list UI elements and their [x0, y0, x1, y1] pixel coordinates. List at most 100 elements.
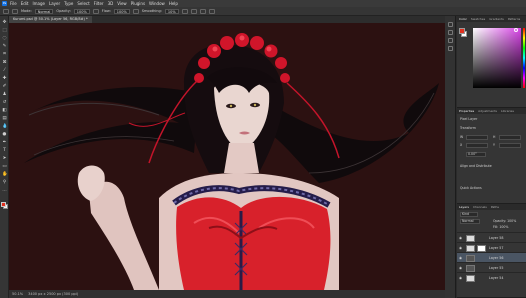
quick-select-tool-icon[interactable]: ✎: [2, 44, 7, 49]
smoothing-field[interactable]: 10%: [164, 8, 179, 14]
visibility-eye-icon[interactable]: ◉: [459, 236, 463, 240]
color-picker-cursor[interactable]: [514, 28, 518, 32]
menu-type[interactable]: Type: [64, 1, 73, 6]
document-tabs: Kurumi.psd @ 50.1% (Layer 56, RGB/8#) *: [9, 16, 445, 23]
mode-select[interactable]: Normal: [34, 8, 54, 14]
type-tool-icon[interactable]: T: [2, 148, 7, 153]
visibility-eye-icon[interactable]: ◉: [459, 256, 463, 260]
document-info: 3400 px x 2500 px (300 ppi): [28, 292, 79, 296]
lasso-tool-icon[interactable]: ◌: [2, 36, 7, 41]
menu-view[interactable]: View: [117, 1, 127, 6]
pressure-size-icon[interactable]: [199, 8, 206, 14]
layer-thumbnail: [466, 254, 475, 262]
opacity-label: Opacity:: [56, 9, 71, 13]
tab-paths[interactable]: Paths: [491, 205, 499, 209]
tab-properties[interactable]: Properties: [459, 109, 474, 113]
eyedropper-tool-icon[interactable]: ⁄: [2, 68, 7, 73]
symmetry-icon[interactable]: [208, 8, 215, 14]
layer-name[interactable]: Layer 57: [489, 246, 503, 250]
hue-slider[interactable]: [523, 28, 525, 88]
panel-foreground-color[interactable]: [459, 28, 465, 34]
pen-tool-icon[interactable]: ✒: [2, 140, 7, 145]
paragraph-panel-icon[interactable]: [448, 46, 453, 51]
more-tools-icon[interactable]: …: [2, 188, 7, 193]
tab-layers[interactable]: Layers: [459, 205, 469, 209]
layer-row[interactable]: ◉ Layer 58: [457, 232, 526, 242]
menu-3d[interactable]: 3D: [108, 1, 114, 6]
layer-name[interactable]: Layer 55: [489, 266, 503, 270]
layer-mask-thumbnail[interactable]: [477, 244, 486, 252]
menu-filter[interactable]: Filter: [94, 1, 104, 6]
crop-tool-icon[interactable]: ⌗: [2, 52, 7, 57]
brush-tool-icon[interactable]: ✐: [2, 84, 7, 89]
menu-help[interactable]: Help: [169, 1, 178, 6]
blur-tool-icon[interactable]: 💧: [2, 124, 8, 129]
tab-swatches[interactable]: Swatches: [471, 17, 485, 21]
layer-row-selected[interactable]: ◉ Layer 56: [457, 252, 526, 262]
angle-icon[interactable]: [190, 8, 197, 14]
brush-preset-icon[interactable]: [12, 8, 18, 14]
y-field[interactable]: [499, 143, 521, 148]
layer-name[interactable]: Layer 54: [489, 276, 503, 280]
character-panel-icon[interactable]: [448, 38, 453, 43]
gradient-tool-icon[interactable]: ▤: [2, 116, 7, 121]
zoom-tool-icon[interactable]: ⚲: [2, 180, 7, 185]
visibility-eye-icon[interactable]: ◉: [459, 276, 463, 280]
history-panel-icon[interactable]: [448, 22, 453, 27]
brush-settings-icon[interactable]: [448, 30, 453, 35]
menu-edit[interactable]: Edit: [21, 1, 29, 6]
layer-row[interactable]: ◉ Layer 55: [457, 262, 526, 272]
home-icon[interactable]: [3, 8, 9, 14]
tab-color[interactable]: Color: [459, 17, 467, 21]
layer-row[interactable]: ◉ Layer 57: [457, 242, 526, 252]
zoom-readout[interactable]: 50.1%: [12, 292, 23, 296]
tab-document[interactable]: Kurumi.psd @ 50.1% (Layer 56, RGB/8#) *: [9, 16, 92, 23]
tab-patterns[interactable]: Patterns: [508, 17, 520, 21]
angle-value: 0.00°: [468, 152, 477, 156]
tab-channels[interactable]: Channels: [473, 205, 487, 209]
move-tool-icon[interactable]: ✥: [2, 20, 7, 25]
menu-window[interactable]: Window: [149, 1, 165, 6]
x-field[interactable]: [466, 143, 488, 148]
shape-tool-icon[interactable]: ▭: [2, 164, 7, 169]
tab-gradients[interactable]: Gradients: [489, 17, 504, 21]
foreground-color-swatch[interactable]: [1, 202, 6, 207]
dodge-tool-icon[interactable]: ●: [2, 132, 7, 137]
blend-mode-value: Normal: [462, 219, 474, 223]
layer-opacity[interactable]: Opacity: 100%: [493, 219, 516, 224]
menu-image[interactable]: Image: [32, 1, 45, 6]
tab-libraries[interactable]: Libraries: [501, 109, 514, 113]
flow-field[interactable]: 100%: [113, 8, 130, 14]
menu-plugins[interactable]: Plugins: [131, 1, 145, 6]
pressure-opacity-icon[interactable]: [92, 8, 99, 14]
width-field[interactable]: [466, 135, 488, 140]
marquee-tool-icon[interactable]: ⬚: [2, 28, 7, 33]
transform-label: Transform: [460, 126, 476, 130]
gear-icon[interactable]: [181, 8, 188, 14]
healing-tool-icon[interactable]: ✚: [2, 76, 7, 81]
path-select-tool-icon[interactable]: ➤: [2, 156, 7, 161]
layer-name[interactable]: Layer 56: [489, 256, 503, 260]
collapsed-panels-strip: [445, 16, 456, 298]
opacity-field[interactable]: 100%: [73, 8, 90, 14]
height-field[interactable]: [499, 135, 521, 140]
document-canvas[interactable]: [9, 23, 445, 290]
layer-name[interactable]: Layer 58: [489, 236, 503, 240]
frame-tool-icon[interactable]: ⊠: [2, 60, 7, 65]
eraser-tool-icon[interactable]: ◧: [2, 108, 7, 113]
hand-tool-icon[interactable]: ✋: [2, 172, 8, 177]
history-brush-icon[interactable]: ↺: [2, 100, 7, 105]
airbrush-icon[interactable]: [132, 8, 139, 14]
saturation-brightness-field[interactable]: [473, 28, 521, 88]
stamp-tool-icon[interactable]: ♟: [2, 92, 7, 97]
options-bar: Mode: Normal Opacity: 100% Flow: 100% Sm…: [0, 7, 526, 16]
photoshop-logo-icon[interactable]: Ps: [2, 1, 7, 6]
visibility-eye-icon[interactable]: ◉: [459, 266, 463, 270]
menu-file[interactable]: File: [10, 1, 17, 6]
menu-select[interactable]: Select: [77, 1, 89, 6]
layer-fill[interactable]: Fill: 100%: [493, 225, 508, 230]
tab-adjustments[interactable]: Adjustments: [478, 109, 497, 113]
menu-layer[interactable]: Layer: [49, 1, 60, 6]
layer-row[interactable]: ◉ Layer 54: [457, 272, 526, 282]
visibility-eye-icon[interactable]: ◉: [459, 246, 463, 250]
